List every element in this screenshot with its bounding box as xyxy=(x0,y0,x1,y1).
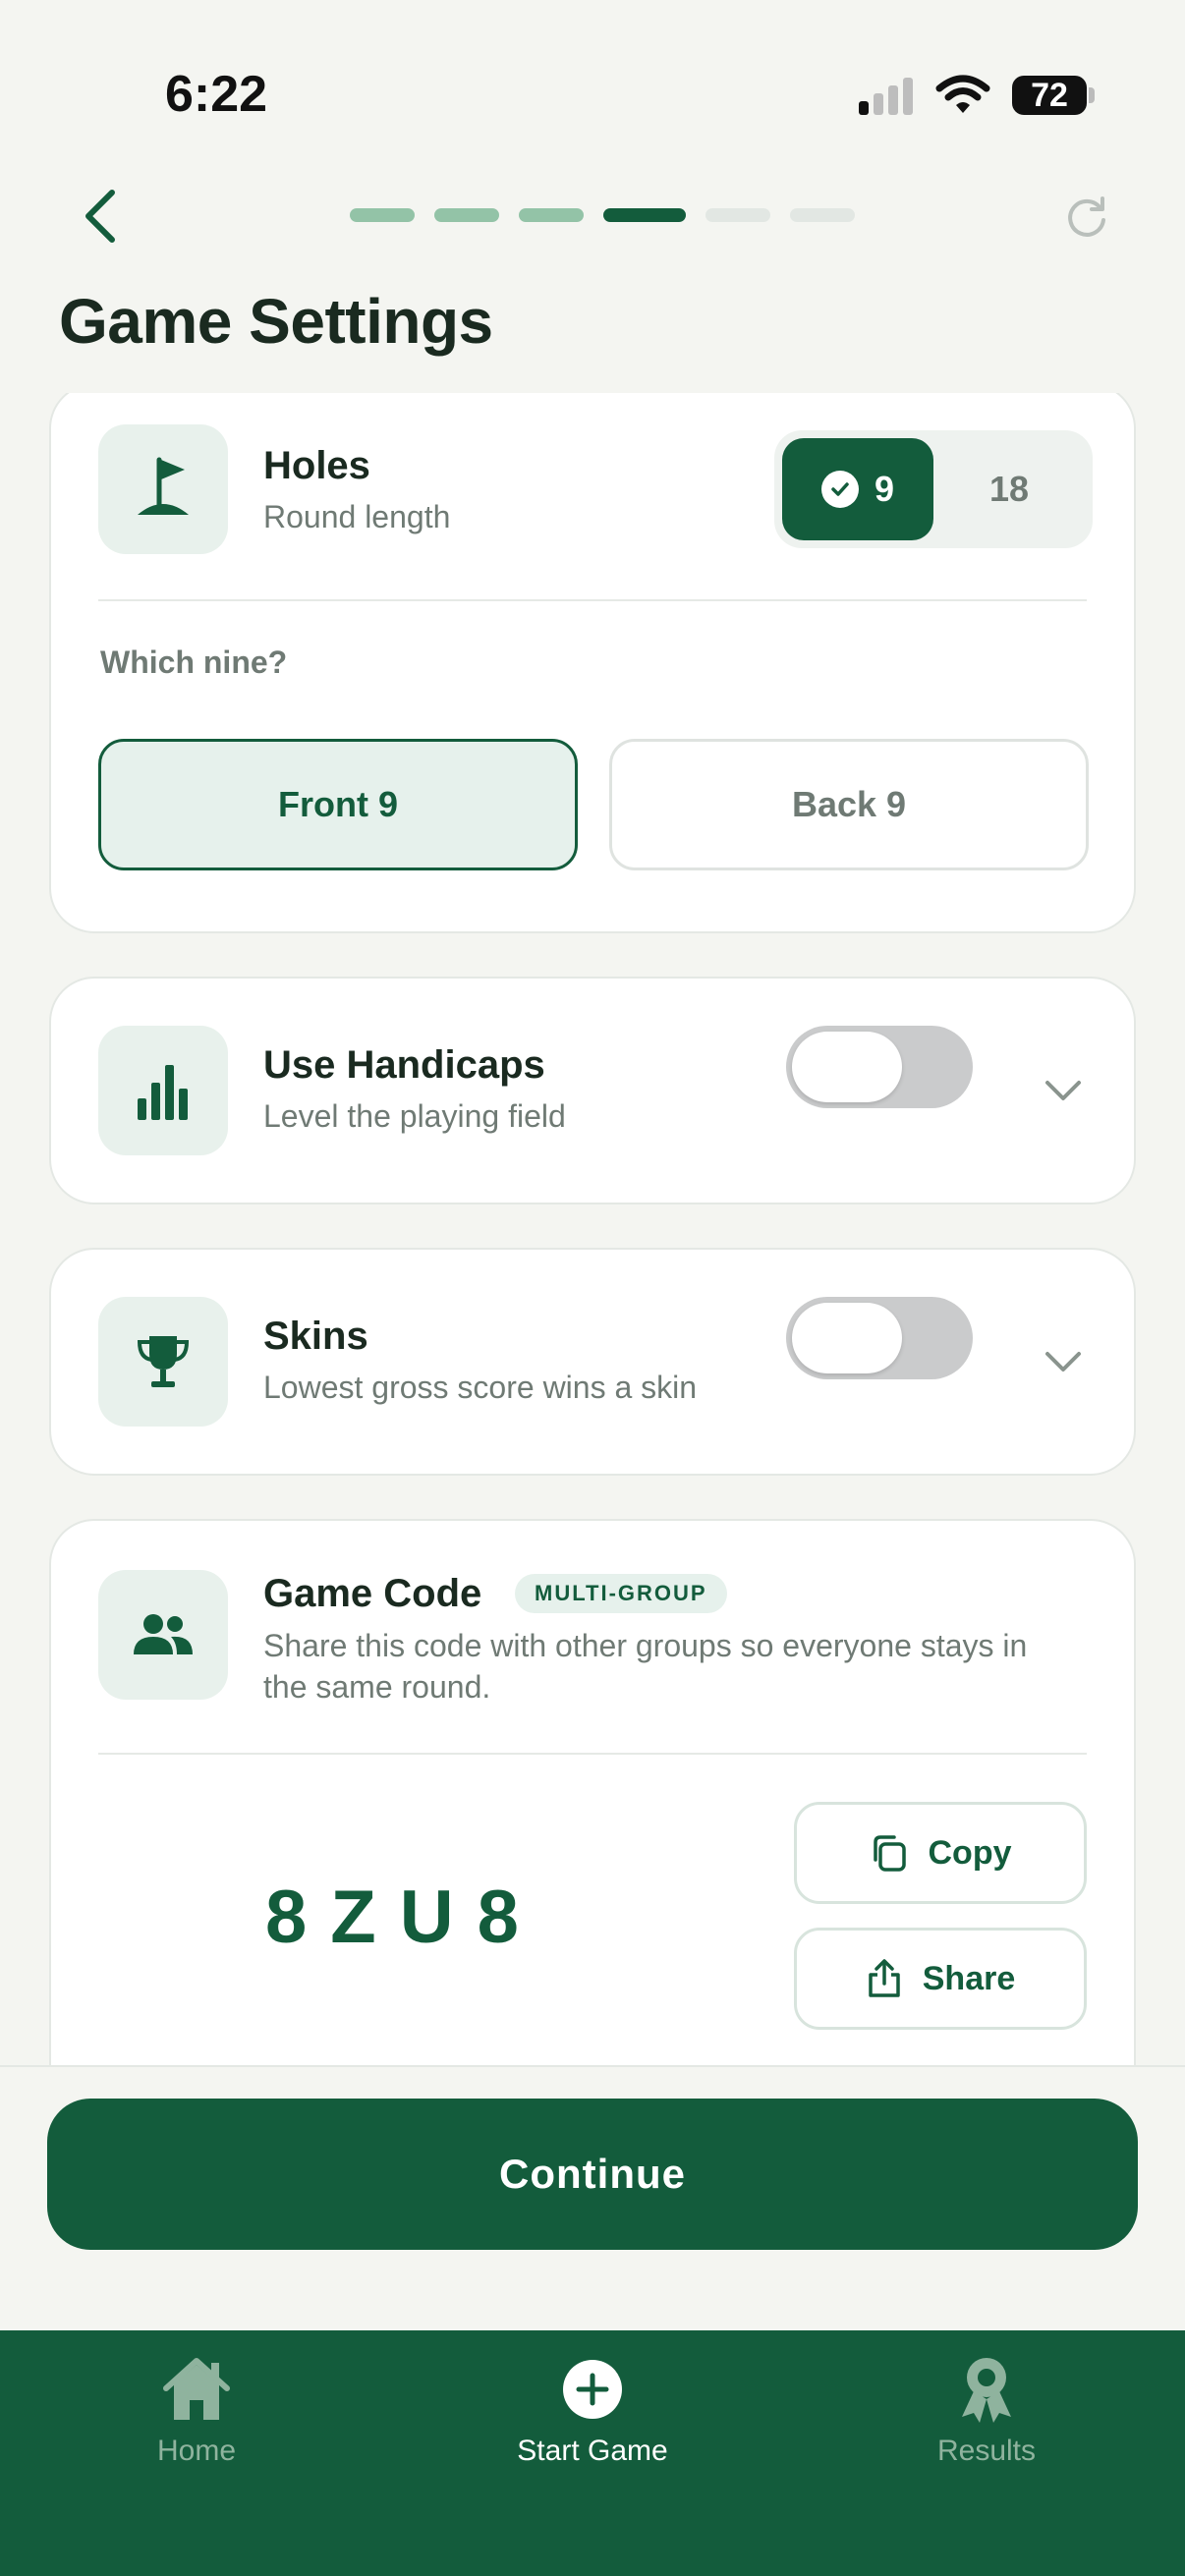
copy-icon xyxy=(873,1835,906,1872)
holes-option-9[interactable]: 9 xyxy=(782,438,933,540)
chevron-down-icon xyxy=(1045,1352,1081,1372)
holes-subtitle: Round length xyxy=(263,499,451,534)
tab-start-game[interactable]: Start Game xyxy=(465,2354,720,2468)
game-code-icon-tile xyxy=(98,1570,228,1700)
copy-label: Copy xyxy=(928,1833,1012,1872)
toggle-knob xyxy=(792,1303,902,1373)
back-button[interactable] xyxy=(71,185,130,248)
chevron-left-icon xyxy=(85,190,115,243)
which-nine-label: Which nine? xyxy=(100,644,288,680)
holes-icon-tile xyxy=(98,424,228,554)
holes-card: Holes Round length 9 18 Which nine? Fron… xyxy=(49,393,1136,933)
skins-card[interactable]: Skins Lowest gross score wins a skin xyxy=(49,1248,1136,1476)
skins-icon-tile xyxy=(98,1297,228,1427)
bar-chart-icon xyxy=(138,1065,188,1120)
multi-group-badge: MULTI-GROUP xyxy=(515,1574,727,1613)
skins-expand-button[interactable] xyxy=(1040,1338,1087,1385)
progress-step xyxy=(434,208,499,222)
holes-option-label: 9 xyxy=(874,469,895,509)
battery-indicator: 72 xyxy=(1012,76,1095,115)
plus-circle-icon xyxy=(557,2354,628,2425)
toggle-knob xyxy=(792,1032,902,1102)
progress-step-current xyxy=(603,208,686,222)
tab-label: Results xyxy=(936,2435,1037,2467)
handicaps-expand-button[interactable] xyxy=(1040,1067,1087,1114)
settings-scroll-area[interactable]: Holes Round length 9 18 Which nine? Fron… xyxy=(0,393,1185,2065)
tab-bar: Home Start Game Results xyxy=(0,2330,1185,2576)
golf-flag-icon xyxy=(138,457,189,515)
reset-button[interactable] xyxy=(1059,189,1114,244)
step-progress xyxy=(350,208,855,222)
trophy-icon xyxy=(137,1336,190,1387)
share-icon xyxy=(869,1959,900,1997)
game-code-description: Share this code with other groups so eve… xyxy=(263,1628,1028,1705)
back-nine-button[interactable]: Back 9 xyxy=(609,739,1089,870)
wifi-icon xyxy=(935,75,990,113)
page-title: Game Settings xyxy=(59,286,493,357)
game-code-title: Game Code xyxy=(263,1572,482,1615)
house-icon xyxy=(161,2354,232,2425)
tab-home[interactable]: Home xyxy=(69,2354,324,2468)
status-time: 6:22 xyxy=(165,66,268,123)
skins-toggle[interactable] xyxy=(786,1297,973,1379)
game-code-card: Game Code MULTI-GROUP Share this code wi… xyxy=(49,1519,1136,2065)
progress-step xyxy=(519,208,584,222)
handicaps-toggle[interactable] xyxy=(786,1026,973,1108)
holes-title: Holes xyxy=(263,444,370,487)
front-nine-button[interactable]: Front 9 xyxy=(98,739,578,870)
continue-button[interactable]: Continue xyxy=(47,2099,1138,2250)
holes-option-label: 18 xyxy=(988,469,1030,509)
handicaps-subtitle: Level the playing field xyxy=(263,1098,566,1134)
tab-label: Start Game xyxy=(517,2435,668,2467)
holes-option-18[interactable]: 18 xyxy=(933,438,1085,540)
chevron-down-icon xyxy=(1045,1081,1081,1100)
handicaps-card[interactable]: Use Handicaps Level the playing field xyxy=(49,977,1136,1204)
handicaps-title: Use Handicaps xyxy=(263,1043,545,1087)
divider xyxy=(98,1753,1087,1755)
game-code-value: 8ZU8 xyxy=(265,1876,542,1959)
share-label: Share xyxy=(922,1959,1016,1997)
share-code-button[interactable]: Share xyxy=(794,1928,1087,2030)
progress-step xyxy=(350,208,415,222)
handicaps-icon-tile xyxy=(98,1026,228,1155)
status-icons: 72 xyxy=(859,75,1095,116)
tab-results[interactable]: Results xyxy=(859,2354,1114,2468)
refresh-icon xyxy=(1068,196,1105,237)
divider xyxy=(98,599,1087,601)
holes-segmented-control: 9 18 xyxy=(774,430,1093,548)
progress-step xyxy=(790,208,855,222)
tab-label: Home xyxy=(156,2435,237,2467)
skins-subtitle: Lowest gross score wins a skin xyxy=(263,1370,698,1405)
users-icon xyxy=(134,1614,193,1654)
signal-icon xyxy=(859,78,913,115)
skins-title: Skins xyxy=(263,1315,368,1358)
check-icon xyxy=(820,471,859,508)
progress-step xyxy=(705,208,770,222)
copy-code-button[interactable]: Copy xyxy=(794,1802,1087,1904)
award-ribbon-icon xyxy=(951,2354,1022,2425)
